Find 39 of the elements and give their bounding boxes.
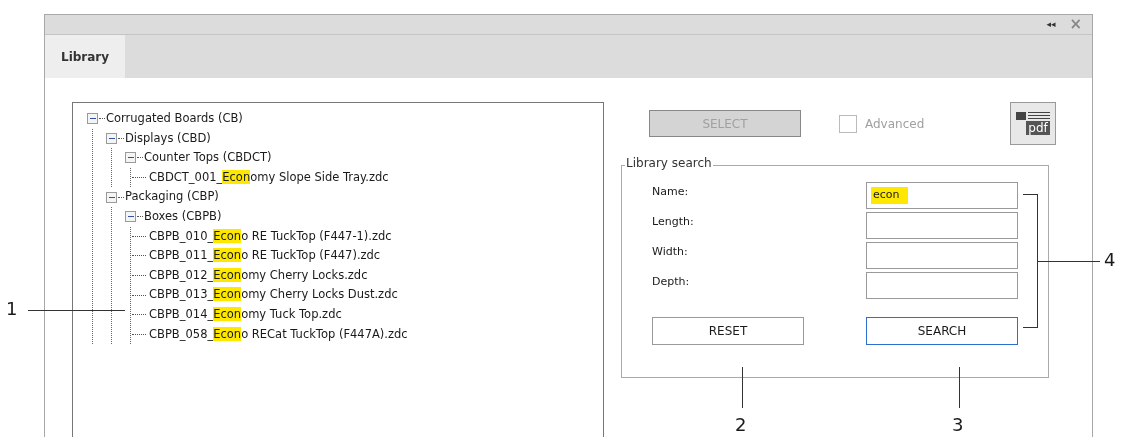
input-field[interactable] xyxy=(866,212,1018,239)
tree-item[interactable]: Counter Tops (CBDCT) xyxy=(144,152,272,164)
tree-item[interactable]: CBPB_010_Econo RE TuckTop (F447-1).zdc xyxy=(149,230,392,243)
tree-item[interactable]: CBDCT_001_Economy Slope Side Tray.zdc xyxy=(149,171,389,184)
leader-line xyxy=(959,367,960,408)
callout-number: 3 xyxy=(952,416,964,434)
group-title: Library search xyxy=(625,157,713,169)
tree-item[interactable]: Packaging (CBP) xyxy=(125,191,219,203)
collapse-icon[interactable] xyxy=(87,113,98,125)
pdf-button[interactable]: pdf xyxy=(1010,102,1056,145)
callout-number: 1 xyxy=(6,300,18,318)
tree-item[interactable]: CBPB_012_Economy Cherry Locks.zdc xyxy=(149,269,368,282)
field-label: Name: xyxy=(652,184,689,201)
input-field[interactable] xyxy=(866,242,1018,269)
leader-line xyxy=(742,367,743,408)
tree-item[interactable]: CBPB_011_Econo RE TuckTop (F447).zdc xyxy=(149,250,381,262)
input-field[interactable]: econ xyxy=(866,182,1018,209)
tree-item[interactable]: CBPB_014_Economy Tuck Top.zdc xyxy=(149,309,342,321)
field-label: Depth: xyxy=(652,274,690,291)
callout-number: 4 xyxy=(1104,251,1116,269)
checkbox-label: Advanced xyxy=(865,115,925,133)
tree-item[interactable]: Boxes (CBPB) xyxy=(144,211,222,223)
leader-line xyxy=(1038,261,1100,262)
callout-number: 2 xyxy=(735,416,747,434)
reset-button[interactable]: RESET xyxy=(652,317,804,345)
collapse-icon[interactable] xyxy=(125,211,136,223)
collapse-icon[interactable] xyxy=(125,152,136,164)
tree-item[interactable]: Displays (CBD) xyxy=(125,132,211,145)
field-label: Width: xyxy=(652,244,688,261)
tree-item[interactable]: Corrugated Boards (CB) xyxy=(106,113,243,125)
tree-item[interactable]: CBPB_058_Econo RECat TuckTop (F447A).zdc xyxy=(149,328,408,341)
field-label: Length: xyxy=(652,214,694,231)
search-button[interactable]: SEARCH xyxy=(866,317,1018,345)
tab[interactable]: Library xyxy=(45,35,126,78)
input-field[interactable] xyxy=(866,272,1018,299)
collapse-panel-button[interactable]: ◂◂ xyxy=(1046,20,1056,29)
collapse-icon[interactable] xyxy=(106,191,117,203)
tree-item[interactable]: CBPB_013_Economy Cherry Locks Dust.zdc xyxy=(149,289,398,301)
collapse-icon[interactable] xyxy=(106,132,117,144)
